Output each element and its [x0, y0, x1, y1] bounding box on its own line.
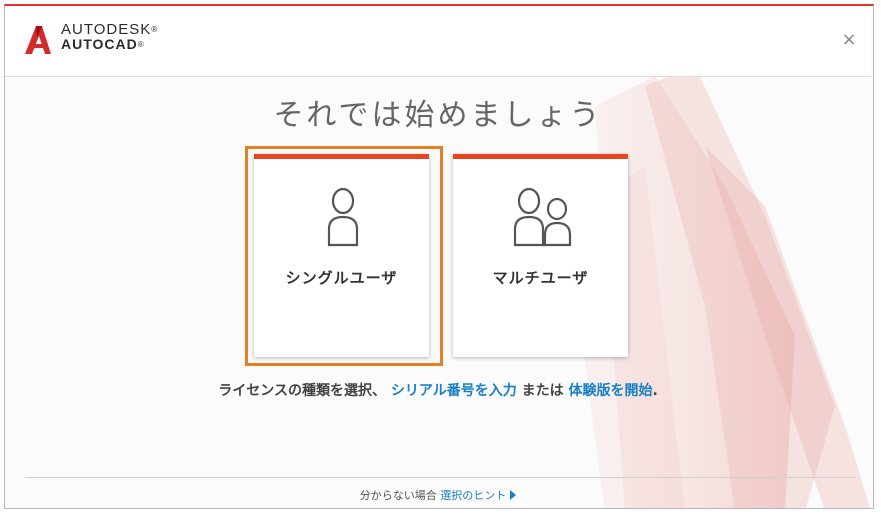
brand-registered-mark-2: ®: [137, 40, 145, 49]
start-trial-link[interactable]: 体験版を開始: [568, 383, 652, 399]
footer-help: 分からない場合 選択のヒント: [5, 487, 871, 503]
selection-hint-link[interactable]: 選択のヒント: [440, 489, 517, 502]
autodesk-autocad-brand: AUTODESK® AUTOCAD®: [61, 22, 158, 52]
chevron-right-icon: [510, 490, 517, 500]
multi-user-label: マルチユーザ: [492, 269, 589, 287]
footer-divider: [25, 477, 855, 478]
selection-hint-label: 選択のヒント: [440, 489, 507, 502]
options-suffix: .: [652, 383, 658, 399]
close-button[interactable]: ×: [839, 30, 859, 50]
license-options-text: ライセンスの種類を選択、 シリアル番号を入力 または 体験版を開始.: [5, 380, 871, 400]
license-dialog: AUTODESK® AUTOCAD® × それでは始めましょう シングルユーザ …: [4, 4, 874, 509]
single-user-card[interactable]: シングルユーザ: [254, 154, 429, 357]
dialog-header: AUTODESK® AUTOCAD® ×: [5, 6, 871, 77]
serial-number-link[interactable]: シリアル番号を入力: [391, 383, 517, 399]
options-prefix: ライセンスの種類を選択、: [218, 383, 386, 399]
brand-autocad: AUTOCAD: [61, 36, 138, 52]
footer-text: 分からない場合: [359, 489, 437, 502]
multi-user-card[interactable]: マルチユーザ: [453, 154, 628, 357]
options-middle: または: [521, 383, 564, 399]
autocad-logo-icon: [25, 26, 51, 54]
single-user-icon: [327, 187, 359, 247]
brand-registered-mark: ®: [151, 25, 159, 34]
page-title: それでは始めましょう: [273, 98, 603, 133]
single-user-label: シングルユーザ: [285, 269, 398, 287]
multi-user-icon: [513, 187, 572, 247]
close-icon: ×: [841, 29, 857, 50]
